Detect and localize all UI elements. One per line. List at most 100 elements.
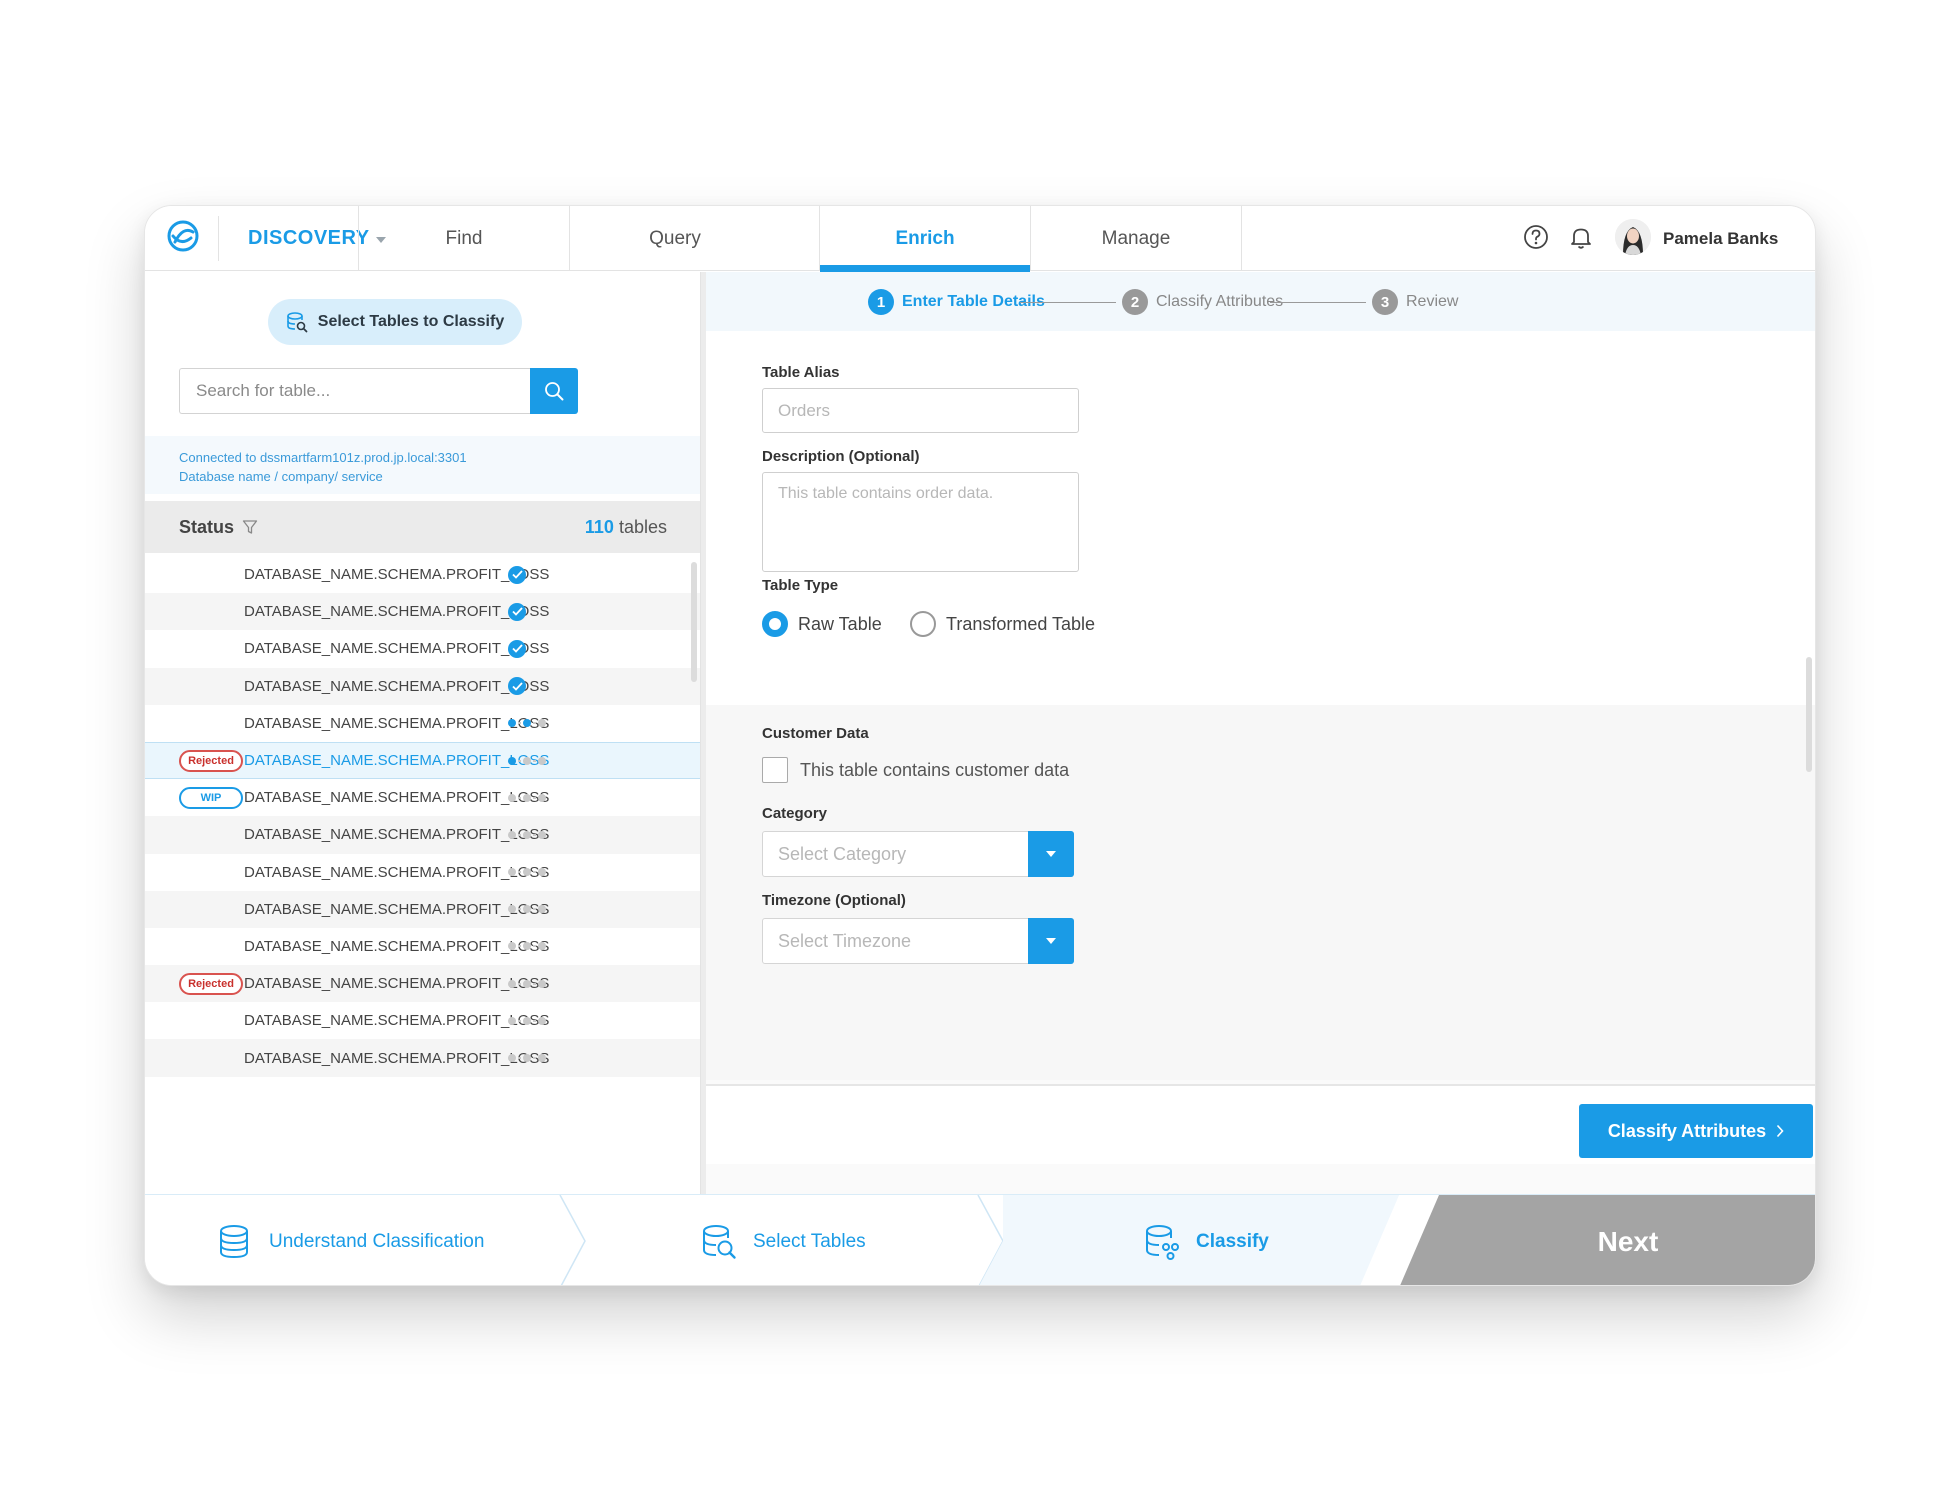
table-details-panel: 1 Enter Table Details 2 Classify Attribu… [706, 272, 1815, 1194]
table-row[interactable]: Rejected DATABASE_NAME.SCHEMA.PROFIT_LOSS [145, 965, 700, 1003]
progress-dots-icon [508, 979, 546, 988]
table-count: 110 tables [585, 517, 667, 538]
customer-data-checkbox[interactable]: This table contains customer data [762, 757, 1069, 783]
radio-unchecked-icon [910, 611, 936, 637]
connection-database: Database name / company/ service [179, 469, 383, 484]
table-row[interactable]: DATABASE_NAME.SCHEMA.PROFIT_LOSS [145, 556, 700, 593]
table-name: DATABASE_NAME.SCHEMA.PROFIT_LOSS [244, 863, 550, 881]
database-search-icon [286, 312, 308, 333]
step-review[interactable]: 3 Review [1372, 288, 1458, 316]
search-button[interactable] [530, 368, 578, 414]
checkbox-icon [762, 757, 788, 783]
raw-table-label: Raw Table [798, 613, 882, 634]
table-row[interactable]: Rejected DATABASE_NAME.SCHEMA.PROFIT_LOSS [145, 741, 700, 780]
app-logo-icon[interactable] [163, 216, 203, 256]
table-alias-label: Table Alias [762, 364, 840, 381]
category-label: Category [762, 805, 828, 822]
table-row[interactable]: DATABASE_NAME.SCHEMA.PROFIT_LOSS [145, 816, 700, 854]
tab-query-label: Query [649, 227, 701, 249]
avatar[interactable] [1615, 219, 1651, 255]
search-icon [545, 382, 564, 401]
timezone-placeholder: Select Timezone [778, 930, 912, 951]
transformed-table-radio[interactable]: Transformed Table [910, 611, 1095, 637]
wizard-step-select-tables[interactable]: Select Tables [699, 1195, 866, 1285]
connection-host: Connected to dssmartfarm101z.prod.jp.loc… [179, 450, 467, 465]
check-circle-icon [508, 677, 526, 696]
progress-dots-icon [508, 719, 546, 728]
table-type-label: Table Type [762, 577, 839, 594]
connection-info: Connected to dssmartfarm101z.prod.jp.loc… [145, 436, 700, 494]
table-row[interactable]: DATABASE_NAME.SCHEMA.PROFIT_LOSS [145, 854, 700, 891]
chevron-right-icon [1777, 1124, 1784, 1138]
tab-divider [1241, 206, 1242, 271]
table-name: DATABASE_NAME.SCHEMA.PROFIT_LOSS [244, 752, 550, 770]
step-connector [1270, 302, 1366, 303]
category-placeholder: Select Category [778, 843, 907, 864]
classify-attributes-label: Classify Attributes [1607, 1120, 1767, 1141]
step-number: 3 [1372, 289, 1398, 315]
status-header: Status 110 tables [145, 501, 700, 553]
status-badge: Rejected [179, 749, 243, 772]
table-row[interactable]: DATABASE_NAME.SCHEMA.PROFIT_LOSS [145, 1039, 700, 1077]
table-name: DATABASE_NAME.SCHEMA.PROFIT_LOSS [244, 1012, 550, 1030]
table-list-scrollbar[interactable] [691, 562, 697, 682]
next-button[interactable]: Next [1399, 1195, 1815, 1285]
table-name: DATABASE_NAME.SCHEMA.PROFIT_LOSS [244, 677, 550, 695]
status-badge: WIP [179, 786, 243, 809]
table-row[interactable]: DATABASE_NAME.SCHEMA.PROFIT_LOSS [145, 630, 700, 667]
table-row[interactable]: DATABASE_NAME.SCHEMA.PROFIT_LOSS [145, 705, 700, 742]
transformed-table-label: Transformed Table [946, 613, 1096, 634]
step-enter-table-details[interactable]: 1 Enter Table Details [868, 288, 1045, 316]
table-name: DATABASE_NAME.SCHEMA.PROFIT_LOSS [244, 603, 550, 621]
form-section-bottom: Customer Data This table contains custom… [706, 705, 1815, 1080]
status-badge: Rejected [179, 972, 243, 995]
category-select[interactable]: Select Category [762, 831, 1074, 877]
table-row[interactable]: DATABASE_NAME.SCHEMA.PROFIT_LOSS [145, 890, 700, 928]
form-scrollbar[interactable] [1806, 657, 1812, 772]
wizard-bar: Understand Classification Select Tables [145, 1194, 1815, 1285]
search-input[interactable] [179, 368, 530, 414]
user-name[interactable]: Pamela Banks [1663, 206, 1778, 271]
table-row[interactable]: WIP DATABASE_NAME.SCHEMA.PROFIT_LOSS [145, 779, 700, 816]
table-name: DATABASE_NAME.SCHEMA.PROFIT_LOSS [244, 714, 550, 732]
tab-find-label: Find [445, 227, 483, 249]
description-textarea[interactable] [762, 472, 1079, 572]
classify-attributes-button[interactable]: Classify Attributes [1579, 1104, 1813, 1158]
filter-icon[interactable] [242, 519, 258, 535]
tab-query[interactable]: Query [569, 206, 780, 271]
table-row[interactable]: DATABASE_NAME.SCHEMA.PROFIT_LOSS [145, 593, 700, 631]
select-tables-button[interactable]: Select Tables to Classify [268, 299, 522, 345]
next-label: Next [1597, 1225, 1659, 1257]
tab-enrich[interactable]: Enrich [819, 206, 1030, 272]
table-row[interactable]: DATABASE_NAME.SCHEMA.PROFIT_LOSS [145, 1002, 700, 1039]
step-number: 2 [1122, 289, 1148, 315]
wizard-step-classify[interactable]: Classify [1142, 1195, 1269, 1285]
select-tables-label: Select Tables to Classify [317, 313, 505, 330]
table-row[interactable]: DATABASE_NAME.SCHEMA.PROFIT_LOSS [145, 928, 700, 965]
step-classify-attributes[interactable]: 2 Classify Attributes [1122, 288, 1283, 316]
help-icon[interactable] [1522, 223, 1550, 251]
chevron-down-icon[interactable] [1028, 831, 1074, 877]
bell-icon[interactable] [1567, 223, 1595, 251]
table-row[interactable]: DATABASE_NAME.SCHEMA.PROFIT_LOSS [145, 667, 700, 705]
raw-table-radio[interactable]: Raw Table [762, 611, 882, 637]
database-icon [220, 1224, 248, 1258]
step-connector [1020, 302, 1116, 303]
progress-dots-icon [508, 1054, 546, 1063]
tab-find[interactable]: Find [358, 206, 569, 271]
app-window: DISCOVERY Find Query Enrich Manage Pamel… [144, 205, 1816, 1286]
progress-stepper: 1 Enter Table Details 2 Classify Attribu… [706, 272, 1815, 331]
check-circle-icon [508, 565, 526, 584]
progress-dots-icon [508, 942, 546, 951]
wizard-step-understand[interactable]: Understand Classification [215, 1195, 485, 1285]
timezone-label: Timezone (Optional) [762, 892, 906, 909]
chevron-down-icon[interactable] [1028, 918, 1074, 964]
timezone-select[interactable]: Select Timezone [762, 918, 1074, 964]
wizard-step-understand-label: Understand Classification [269, 1230, 485, 1252]
customer-data-checkbox-label: This table contains customer data [800, 759, 1070, 780]
customer-data-label: Customer Data [762, 725, 869, 742]
check-circle-icon [508, 602, 526, 621]
radio-checked-icon [762, 611, 788, 637]
table-alias-input[interactable] [762, 388, 1079, 433]
tab-manage[interactable]: Manage [1030, 206, 1241, 271]
